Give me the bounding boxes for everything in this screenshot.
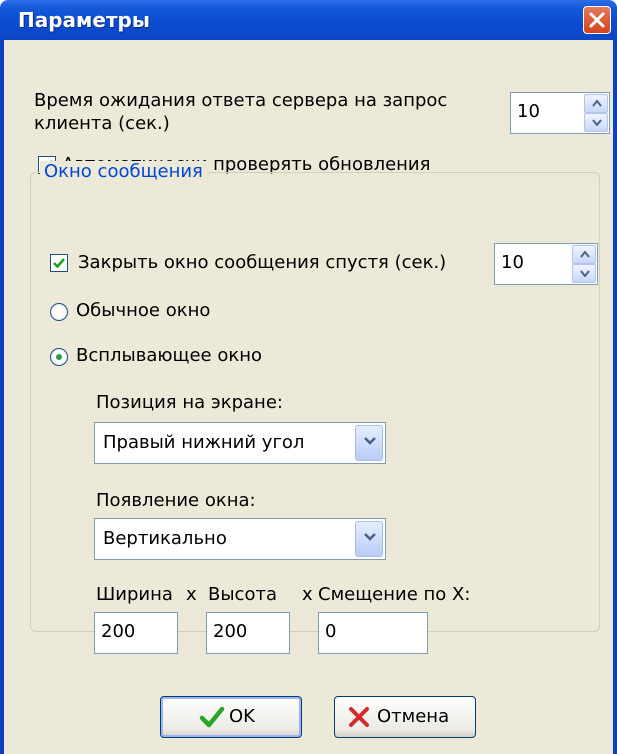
separator-x-1: x (186, 584, 197, 605)
title-bar[interactable]: Параметры (0, 0, 617, 40)
server-timeout-down-button[interactable] (584, 113, 608, 132)
server-timeout-label-line2: клиента (сек.) (34, 113, 170, 134)
radio-popup-window-label[interactable]: Всплывающее окно (76, 345, 262, 367)
width-input-value[interactable]: 200 (101, 621, 135, 643)
message-window-group-title: Окно сообщения (40, 161, 207, 183)
chevron-down-icon (364, 437, 376, 445)
checkmark-icon (199, 706, 225, 728)
position-dropdown-button[interactable] (355, 425, 383, 461)
arrow-down-icon (592, 119, 602, 126)
ok-button-label: OK (229, 706, 255, 727)
server-timeout-spinner[interactable]: 10 (510, 92, 610, 134)
separator-x-2: x (302, 584, 313, 605)
close-after-checkbox[interactable] (50, 254, 68, 272)
width-label: Ширина (96, 584, 173, 605)
close-after-down-button[interactable] (572, 264, 596, 283)
close-after-label[interactable]: Закрыть окно сообщения спустя (сек.) (78, 252, 446, 274)
cancel-button[interactable]: Отмена (334, 696, 476, 738)
appearance-dropdown-button[interactable] (355, 521, 383, 557)
close-after-spinner[interactable]: 10 (494, 243, 598, 285)
offset-x-input-value[interactable]: 0 (325, 621, 336, 643)
offset-x-label: Смещение по X: (318, 584, 471, 605)
cross-icon (349, 707, 369, 727)
dialog-title: Параметры (18, 8, 150, 32)
radio-selected-dot (56, 354, 62, 360)
height-label: Высота (208, 584, 277, 605)
arrow-up-icon (580, 251, 590, 258)
appearance-label: Появление окна: (96, 490, 256, 511)
appearance-select-value: Вертикально (103, 528, 227, 549)
server-timeout-label-line1: Время ожидания ответа сервера на запрос (34, 90, 448, 111)
width-input[interactable]: 200 (94, 612, 178, 654)
appearance-select[interactable]: Вертикально (94, 518, 386, 560)
arrow-down-icon (580, 270, 590, 277)
checkmark-icon (53, 258, 65, 269)
close-icon (589, 12, 605, 28)
chevron-down-icon (364, 533, 376, 541)
ok-button[interactable]: OK (160, 696, 302, 738)
radio-normal-window[interactable] (50, 303, 68, 321)
height-input[interactable]: 200 (206, 612, 290, 654)
server-timeout-up-button[interactable] (584, 94, 608, 113)
radio-popup-window[interactable] (50, 348, 68, 366)
position-select[interactable]: Правый нижний угол (94, 422, 386, 464)
position-label: Позиция на экране: (96, 392, 283, 413)
position-select-value: Правый нижний угол (103, 432, 305, 453)
height-input-value[interactable]: 200 (213, 621, 247, 643)
cancel-button-label: Отмена (377, 706, 450, 727)
window-frame-right (613, 40, 617, 754)
close-after-up-button[interactable] (572, 245, 596, 264)
offset-x-input[interactable]: 0 (318, 612, 428, 654)
radio-normal-window-label[interactable]: Обычное окно (76, 300, 210, 322)
close-button[interactable] (583, 6, 611, 34)
arrow-up-icon (592, 100, 602, 107)
dialog-window: Параметры Время ожидания ответа сервера … (0, 0, 617, 754)
close-after-value[interactable]: 10 (501, 252, 524, 274)
server-timeout-value[interactable]: 10 (517, 101, 540, 123)
